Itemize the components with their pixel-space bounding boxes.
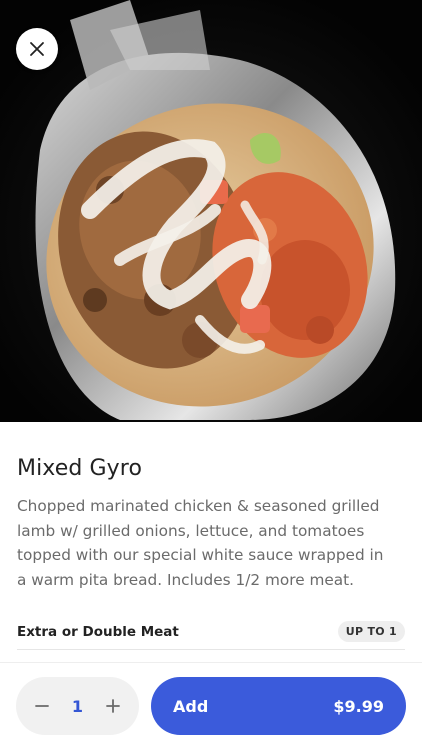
quantity-value: 1 — [71, 696, 84, 716]
add-to-cart-bar: 1 Add $9.99 — [0, 662, 422, 750]
add-button-price: $9.99 — [333, 696, 384, 716]
option-label: Extra or Double Meat — [17, 623, 179, 640]
add-to-order-button[interactable]: Add $9.99 — [151, 677, 406, 735]
item-description: Chopped marinated chicken & seasoned gri… — [17, 497, 384, 589]
plus-icon — [106, 699, 120, 713]
decrease-quantity-button[interactable] — [30, 694, 54, 718]
gyro-image — [0, 0, 422, 422]
minus-icon — [35, 705, 49, 707]
close-button[interactable] — [16, 28, 58, 70]
option-row-extra-meat[interactable]: Extra or Double Meat UP TO 1 — [17, 618, 405, 650]
option-limit-badge: UP TO 1 — [337, 621, 405, 642]
item-details: Mixed Gyro Chopped marinated chicken & s… — [0, 422, 422, 662]
close-icon — [30, 42, 44, 56]
item-photo — [0, 0, 422, 422]
item-title: Mixed Gyro — [17, 456, 143, 481]
quantity-stepper: 1 — [16, 677, 139, 735]
increase-quantity-button[interactable] — [101, 694, 125, 718]
add-button-label: Add — [173, 696, 209, 716]
